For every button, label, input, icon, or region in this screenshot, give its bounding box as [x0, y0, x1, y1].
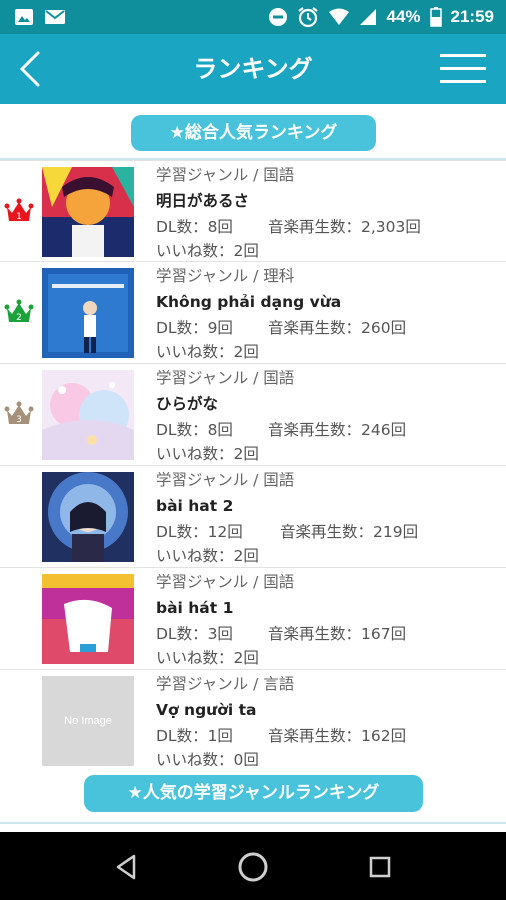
play-count: 音楽再生数：219回 [280, 523, 419, 541]
clock: 21:59 [450, 7, 494, 26]
download-count: DL数：8回 [156, 421, 233, 439]
like-count: いいね数：2回 [156, 343, 259, 361]
download-count: DL数：9回 [156, 319, 233, 337]
like-count: いいね数：2回 [156, 242, 259, 260]
rank-number: 3 [16, 415, 22, 425]
crown-bronze-icon: 3 [4, 401, 34, 425]
genre-label: 学習ジャンル / 国語 [156, 166, 295, 184]
play-count: 音楽再生数：2,303回 [268, 218, 421, 236]
ranking-row-5[interactable]: 学習ジャンル / 国語 bài hát 1 DL数：3回 音楽再生数：167回 … [0, 568, 506, 670]
system-nav-bar [0, 832, 506, 900]
ranking-row-4[interactable]: 学習ジャンル / 国語 bài hat 2 DL数：12回 音楽再生数：219回… [0, 466, 506, 568]
song-title: 明日があるさ [156, 192, 250, 210]
ranking-row-1[interactable]: 1 学習ジャンル / 国語 明日があるさ DL数：8回 音楽再生数：2,303回… [0, 160, 506, 262]
ranking-row-2[interactable]: 2 学習ジャンル / 理科 Không phải dạng vừa DL数：9回… [0, 262, 506, 364]
ranking-row-3[interactable]: 3 学習ジャンル / 国語 ひらがな DL数：8回 音楽再生数：246回 いいね… [0, 364, 506, 466]
battery-icon [429, 7, 442, 27]
mail-icon [45, 10, 65, 24]
image-icon [15, 9, 33, 25]
download-count: DL数：12回 [156, 523, 243, 541]
app-header: ランキング [0, 34, 506, 104]
genre-label: 学習ジャンル / 国語 [156, 471, 295, 489]
like-count: いいね数：2回 [156, 547, 259, 565]
song-title: Vợ người ta [156, 701, 257, 719]
status-bar: 44% 21:59 [0, 0, 506, 34]
play-count: 音楽再生数：162回 [268, 727, 407, 745]
like-count: いいね数：2回 [156, 445, 259, 463]
hamburger-menu-icon[interactable] [440, 54, 486, 84]
download-count: DL数：8回 [156, 218, 233, 236]
play-count: 音楽再生数：167回 [268, 625, 407, 643]
song-title: bài hát 1 [156, 599, 234, 617]
album-art-2 [42, 268, 134, 358]
album-art-1 [42, 167, 134, 257]
triangle-back-icon[interactable] [110, 850, 144, 884]
signal-icon [360, 9, 377, 25]
album-art-3 [42, 370, 134, 460]
like-count: いいね数：2回 [156, 649, 259, 667]
battery-percent: 44% [386, 7, 421, 26]
like-count: いいね数：0回 [156, 751, 259, 766]
album-art-5 [42, 574, 134, 664]
play-count: 音楽再生数：246回 [268, 421, 407, 439]
rank-number: 2 [16, 313, 22, 323]
wifi-icon [329, 8, 350, 25]
genre-ranking-tab[interactable]: ★人気の学習ジャンルランキング [84, 775, 423, 812]
ranking-row-6[interactable]: No Image 学習ジャンル / 言語 Vợ người ta DL数：1回 … [0, 670, 506, 766]
crown-gold-icon: 1 [4, 198, 34, 222]
circle-home-icon[interactable] [236, 850, 270, 884]
song-title: Không phải dạng vừa [156, 293, 342, 311]
dnd-icon [269, 8, 288, 26]
rank-number: 1 [16, 212, 22, 222]
play-count: 音楽再生数：260回 [268, 319, 407, 337]
genre-label: 学習ジャンル / 国語 [156, 573, 295, 591]
crown-silver-icon: 2 [4, 299, 34, 323]
genre-label: 学習ジャンル / 言語 [156, 675, 295, 693]
download-count: DL数：3回 [156, 625, 233, 643]
genre-label: 学習ジャンル / 理科 [156, 267, 295, 285]
genre-label: 学習ジャンル / 国語 [156, 369, 295, 387]
page-title: ランキング [193, 55, 313, 83]
alarm-icon [298, 7, 319, 28]
download-count: DL数：1回 [156, 727, 233, 745]
no-image-placeholder: No Image [42, 676, 134, 766]
album-art-4 [42, 472, 134, 562]
divider [0, 822, 506, 824]
ranking-list[interactable]: 1 学習ジャンル / 国語 明日があるさ DL数：8回 音楽再生数：2,303回… [0, 160, 506, 766]
square-recents-icon[interactable] [363, 850, 397, 884]
overall-ranking-tab[interactable]: ★総合人気ランキング [131, 115, 376, 151]
song-title: bài hat 2 [156, 497, 234, 515]
song-title: ひらがな [156, 395, 219, 413]
